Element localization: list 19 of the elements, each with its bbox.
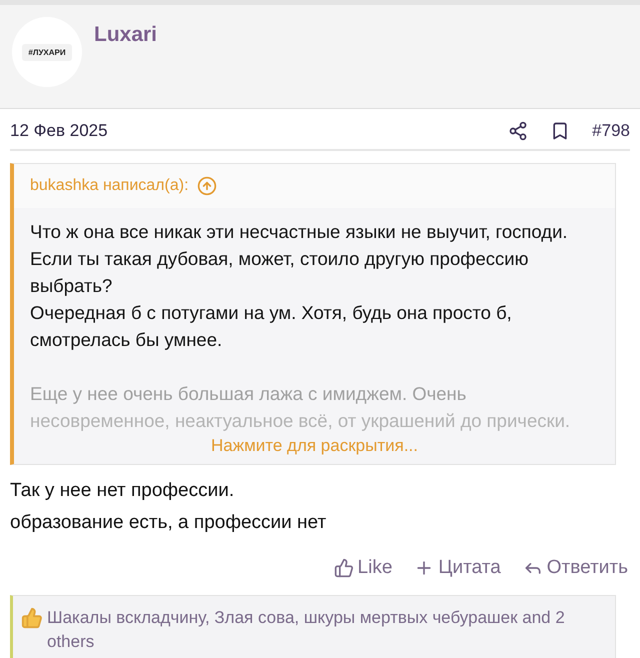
post-date: 12 Фев 2025 [10,121,109,141]
quote-button[interactable]: Цитата [414,557,501,579]
faded-quote-text: Еще у нее очень большая лажа с имиджем. Очень [30,382,468,406]
likes-text[interactable]: Шакалы вскладчину, Злая сова, шкуры мертвых чебурашек and 2 others [47,606,607,654]
reply-button[interactable]: Ответить [522,557,628,579]
share-icon[interactable] [508,121,528,141]
post-text: Так у нее нет профессии. [10,479,236,503]
faded-quote-text: несовременное, неактуальное всё, от украшений до прически. [30,409,572,433]
thumbs-up-icon [334,558,354,578]
post-number[interactable]: #798 [592,121,630,141]
quote-text: Очередная б с потугами на ум. Хотя, будь она просто б, смотрелась бы умнее. [30,301,513,352]
quote-attribution: bukashka написал(a): [30,177,189,195]
avatar-label: #ЛУХАРИ [22,44,72,60]
quote-text: Если ты такая дубовая, может, стоило другую профессию выбрать? [30,247,530,298]
post-text: образование есть, а профессии нет [10,511,328,535]
thumbs-up-icon [21,607,43,629]
quote-text: Что ж она все никак эти несчастные языки не выучит, господи. [30,220,569,244]
like-button[interactable]: Like [334,557,392,579]
username[interactable]: Luxari [94,23,158,47]
